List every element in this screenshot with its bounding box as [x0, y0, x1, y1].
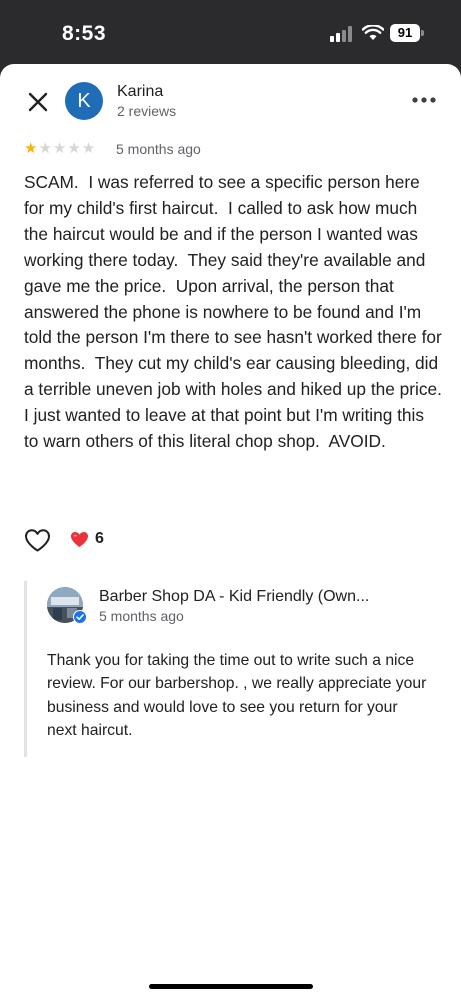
reviewer-name[interactable]: Karina: [117, 83, 163, 101]
star-filled-icon: ★: [24, 140, 38, 157]
review-text: SCAM. I was referred to see a specific p…: [24, 172, 452, 452]
heart-reaction[interactable]: 6: [70, 530, 104, 548]
heart-reaction-count: 6: [95, 530, 104, 547]
reviewer-avatar[interactable]: K: [65, 82, 103, 120]
owner-reply: Barber Shop DA - Kid Friendly (Own... 5 …: [24, 581, 442, 757]
battery-icon: 91: [390, 24, 420, 42]
owner-reply-time: 5 months ago: [99, 608, 184, 624]
reviewer-review-count: 2 reviews: [117, 103, 177, 119]
battery-tip: [421, 30, 424, 36]
verified-badge-icon: [73, 610, 87, 624]
heart-emoji-icon: [71, 531, 88, 547]
star-empty-icon: ★: [67, 140, 81, 157]
status-bar: 8:53 91: [0, 0, 461, 66]
signal-icon: [330, 26, 352, 42]
more-options-icon[interactable]: [410, 90, 438, 110]
owner-name[interactable]: Barber Shop DA - Kid Friendly (Own...: [99, 588, 399, 606]
review-time: 5 months ago: [116, 141, 201, 157]
star-empty-icon: ★: [81, 140, 96, 157]
owner-reply-text: Thank you for taking the time out to wri…: [47, 652, 431, 739]
status-time: 8:53: [62, 22, 107, 45]
heart-outline-icon[interactable]: [24, 528, 51, 553]
close-icon[interactable]: [24, 88, 52, 116]
wifi-icon: [362, 25, 384, 40]
review-sheet: K Karina 2 reviews ★ ★ ★ ★ ★ 5 months ago SC…: [0, 64, 461, 1000]
star-empty-icon: ★: [52, 140, 67, 157]
star-rating: ★ ★ ★ ★ ★: [24, 140, 96, 158]
home-indicator[interactable]: [149, 984, 313, 989]
star-empty-icon: ★: [38, 140, 52, 157]
